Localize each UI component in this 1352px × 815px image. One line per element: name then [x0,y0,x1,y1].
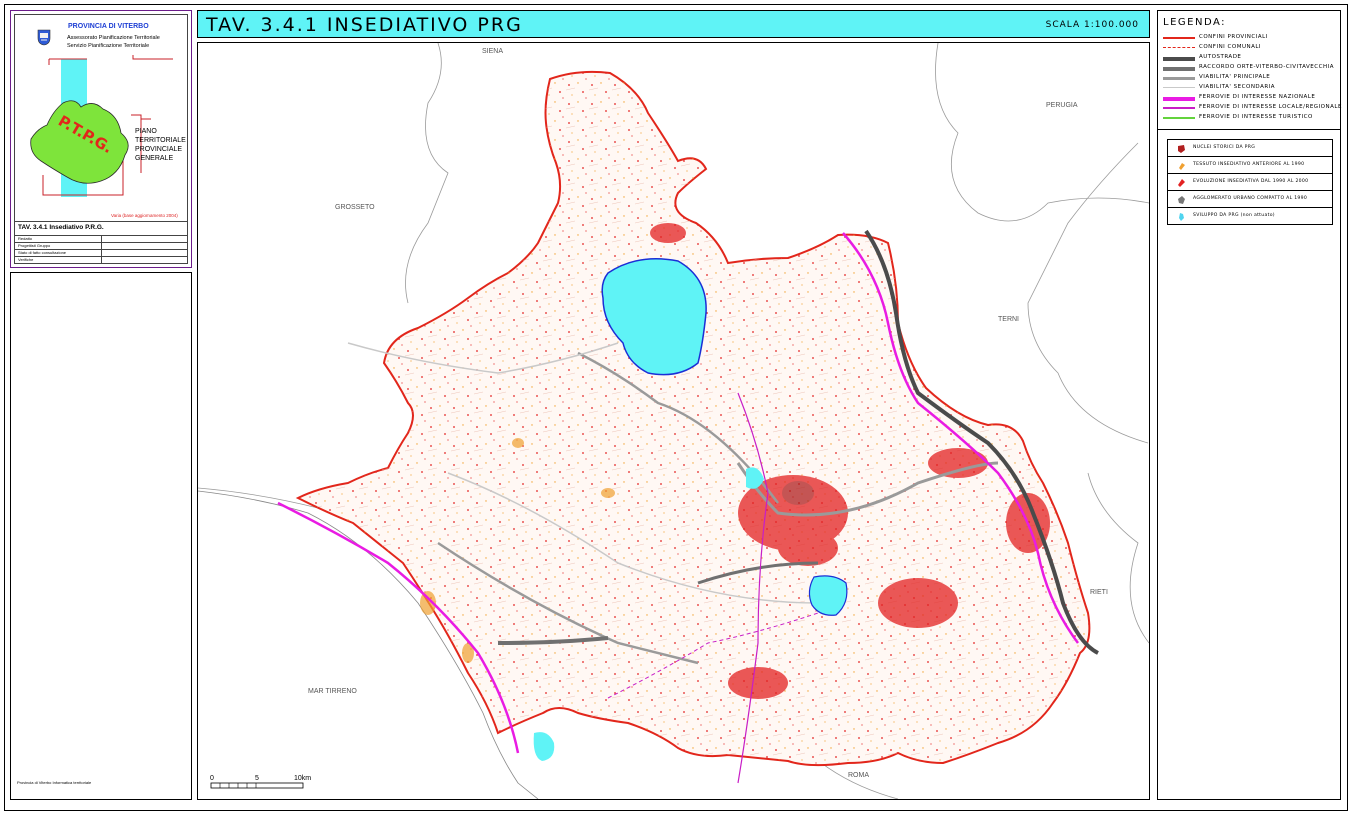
legend-label: FERROVIE DI INTERESSE NAZIONALE [1199,94,1316,100]
label-mar-tirreno: MAR TIRRENO [308,688,357,695]
legend-swatch [1163,57,1195,61]
legend-line-item: FERROVIE DI INTERESSE LOCALE/REGIONALE [1163,104,1341,113]
legend-swatch [1163,37,1195,39]
lake-vico [808,575,848,616]
legend-swatch [1163,67,1195,71]
prg-development-icon [1179,213,1184,221]
urban-compact-icon [1178,196,1185,204]
legend-symbol-item: EVOLUZIONE INSEDIATIVA DAL 1990 AL 2000 [1168,174,1332,191]
map-title: TAV. 3.4.1 INSEDIATIVO PRG [206,14,523,36]
legend-line-item: VIABILITA' SECONDARIA [1163,84,1341,93]
title-table-row: Redatto [15,235,187,242]
legend-swatch [1163,47,1195,48]
plan-name-line: PIANO [135,128,157,135]
office-line-1: Assessorato Pianificazione Territoriale [67,35,160,41]
office-line-2: Servizio Pianificazione Territoriale [67,43,150,49]
legend-label: VIABILITA' PRINCIPALE [1199,74,1271,80]
title-table-cell: Verifiche [18,257,34,262]
scale-tick-label: 0 [210,775,214,782]
province-crest-icon [37,29,51,46]
title-table-row: Progettisti Gruppo [15,242,187,249]
label-rieti: RIETI [1090,589,1108,596]
plan-name: PIANO TERRITORIALE PROVINCIALE GENERALE [135,127,195,163]
legend-swatch [1163,87,1195,88]
legend-line-item: RACCORDO ORTE-VITERBO-CIVITAVECCHIA [1163,64,1341,73]
legend-symbol-item: NUCLEI STORICI DA PRG [1168,140,1332,157]
plan-name-line: PROVINCIALE [135,146,183,153]
legend-swatch [1163,107,1195,109]
title-card-inner: PROVINCIA DI VITERBO Assessorato Pianifi… [14,14,188,264]
legend-line-item: CONFINI PROVINCIALI [1163,34,1341,43]
notes-panel: Provincia di Viterbo Informatica territo… [10,272,192,800]
label-siena: SIENA [482,48,503,55]
province-name: PROVINCIA DI VITERBO [68,23,149,30]
legend-line-item: FERROVIE DI INTERESSE NAZIONALE [1163,94,1341,103]
legend-swatch [1163,97,1195,101]
title-table-cell: Stato di fatto consultazione [18,250,67,255]
legend-symbol-item: TESSUTO INSEDIATIVO ANTERIORE AL 1990 [1168,157,1332,174]
legend-label: TESSUTO INSEDIATIVO ANTERIORE AL 1990 [1193,162,1305,167]
title-bar: TAV. 3.4.1 INSEDIATIVO PRG SCALA 1:100.0… [197,10,1150,38]
legend-symbol-item: SVILUPPO DA PRG (non attuato) [1168,208,1332,225]
plan-name-line: GENERALE [135,155,174,162]
legend-label: AGGLOMERATO URBANO COMPATTO AL 1990 [1193,196,1308,201]
legend-line-item: AUTOSTRADE [1163,54,1341,63]
evolution-1990-2000-icon [1178,179,1185,187]
map-frame[interactable]: SIENA PERUGIA GROSSETO TERNI RIETI ROMA … [197,42,1150,800]
scale-tick-label: 10km [294,775,311,782]
map-canvas[interactable]: SIENA PERUGIA GROSSETO TERNI RIETI ROMA … [198,43,1149,799]
legend-label: CONFINI COMUNALI [1199,44,1262,50]
legend-symbol-box: NUCLEI STORICI DA PRG TESSUTO INSEDIATIV… [1167,139,1333,225]
legend-label: VIABILITA' SECONDARIA [1199,84,1276,90]
legend-label: AUTOSTRADE [1199,54,1242,60]
label-grosseto: GROSSETO [335,204,375,211]
title-table-cell: Progettisti Gruppo [18,243,51,248]
footer-credit: Provincia di Viterbo Informatica territo… [17,780,92,785]
legend-swatch [1163,77,1195,80]
pre1990-settlement-icon [1179,163,1185,170]
legend-label: FERROVIE DI INTERESSE LOCALE/REGIONALE [1199,104,1342,110]
title-table-cell: Redatto [18,236,33,241]
legend-symbol-item: AGGLOMERATO URBANO COMPATTO AL 1990 [1168,191,1332,208]
label-roma: ROMA [848,772,869,779]
map-scale: SCALA 1:100.000 [1045,20,1139,30]
legend-panel: LEGENDA: CONFINI PROVINCIALI CONFINI COM… [1157,10,1341,800]
legend-label: FERROVIE DI INTERESSE TURISTICO [1199,114,1313,120]
title-table-row: Verifiche [15,256,187,263]
legend-label: CONFINI PROVINCIALI [1199,34,1268,40]
title-card: PROVINCIA DI VITERBO Assessorato Pianifi… [10,10,192,268]
label-perugia: PERUGIA [1046,102,1078,109]
legend-swatch [1163,117,1195,119]
plan-name-line: TERRITORIALE [135,137,186,144]
scale-tick-label: 5 [255,775,259,782]
legend-divider [1158,129,1340,130]
update-note: Varia (base aggiornamento 2004) [111,213,178,218]
legend-line-item: CONFINI COMUNALI [1163,44,1341,53]
label-terni: TERNI [998,316,1019,323]
legend-heading: LEGENDA: [1163,17,1226,28]
legend-label: EVOLUZIONE INSEDIATIVA DAL 1990 AL 2000 [1193,179,1309,184]
historic-core-icon [1178,145,1185,153]
legend-line-item: VIABILITA' PRINCIPALE [1163,74,1341,83]
legend-label: SVILUPPO DA PRG (non attuato) [1193,213,1275,218]
title-table-row: Stato di fatto consultazione [15,249,187,256]
legend-label: RACCORDO ORTE-VITERBO-CIVITAVECCHIA [1199,64,1334,70]
legend-label: NUCLEI STORICI DA PRG [1193,145,1256,150]
legend-line-item: FERROVIE DI INTERESSE TURISTICO [1163,114,1341,123]
sheet-title: TAV. 3.4.1 Insediativo P.R.G. [15,221,187,233]
